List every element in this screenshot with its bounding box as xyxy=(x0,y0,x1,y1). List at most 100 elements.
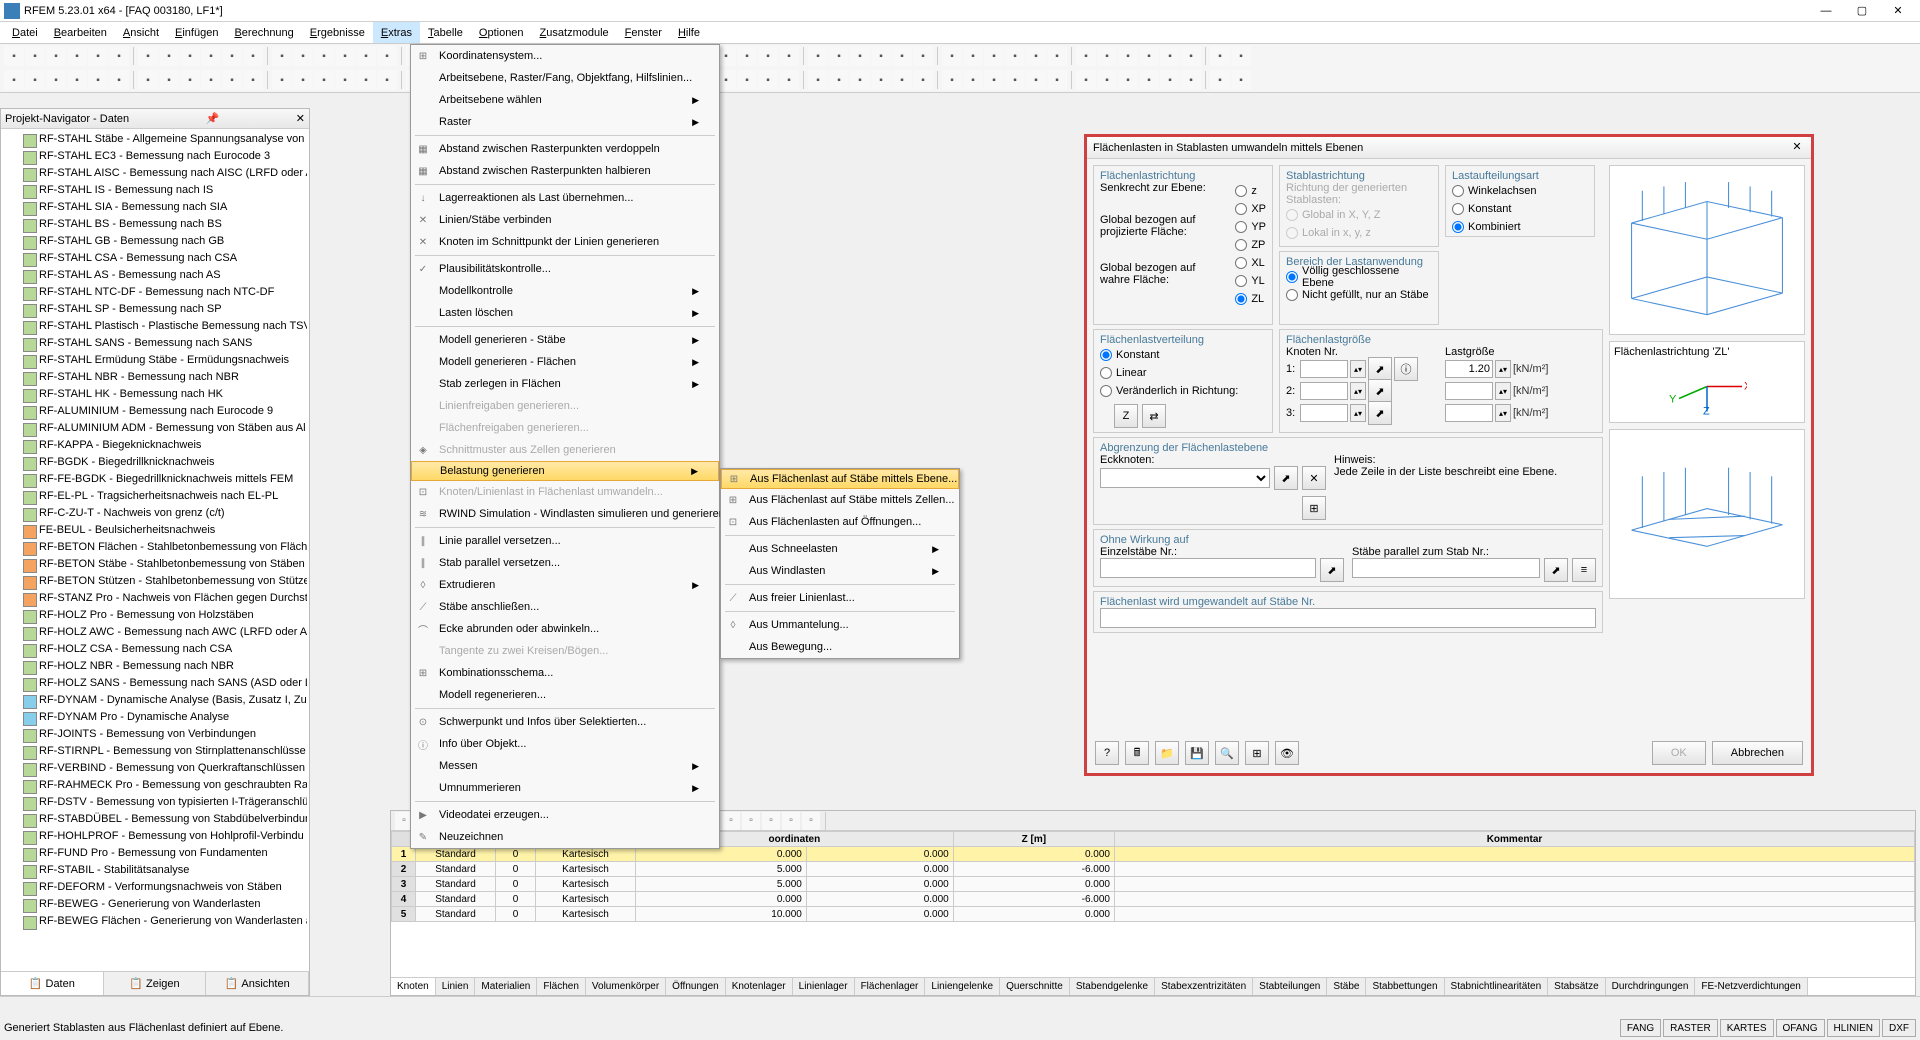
status-toggle-raster[interactable]: RASTER xyxy=(1663,1019,1718,1037)
toolbar-button[interactable]: ▪ xyxy=(46,46,66,66)
menu-item[interactable]: Stab zerlegen in Flächen▶ xyxy=(411,373,719,395)
menu-item[interactable]: ▶Videodatei erzeugen... xyxy=(411,804,719,826)
toolbar-button[interactable]: ▪ xyxy=(808,70,828,90)
toolbar-button[interactable]: ▪ xyxy=(829,46,849,66)
direction-z-button[interactable]: Z xyxy=(1114,404,1138,428)
toolbar-button[interactable]: ▪ xyxy=(201,70,221,90)
nav-item[interactable]: RF-STAHL IS - Bemessung nach IS xyxy=(3,182,307,199)
toolbar-button[interactable]: ▪ xyxy=(377,70,397,90)
toolbar-button[interactable]: ▪ xyxy=(808,46,828,66)
table-row[interactable]: 3Standard0Kartesisch5.0000.0000.000 xyxy=(392,877,1915,892)
table-tab[interactable]: Volumenkörper xyxy=(586,978,666,995)
toolbar-button[interactable]: ▪ xyxy=(984,70,1004,90)
pick-nodes-button[interactable]: ⬈ xyxy=(1274,466,1298,490)
toolbar-button[interactable]: ▪ xyxy=(913,46,933,66)
toolbar-button[interactable]: ▪ xyxy=(779,46,799,66)
menu-item[interactable]: Raster▶ xyxy=(411,111,719,133)
radio-z[interactable] xyxy=(1235,185,1247,197)
toolbar-button[interactable]: ▪ xyxy=(1181,46,1201,66)
menu-ansicht[interactable]: Ansicht xyxy=(115,22,167,43)
toolbar-button[interactable]: ▪ xyxy=(222,46,242,66)
menu-item[interactable]: Aus Bewegung... xyxy=(721,636,959,658)
toolbar-button[interactable]: ▪ xyxy=(1097,46,1117,66)
toolbar-button[interactable]: ▪ xyxy=(1160,46,1180,66)
table-tool[interactable]: ▫ xyxy=(722,812,740,830)
table-tool[interactable]: ▫ xyxy=(742,812,760,830)
toolbar-button[interactable]: ▪ xyxy=(892,70,912,90)
toolbar-button[interactable]: ▪ xyxy=(1047,46,1067,66)
toolbar-button[interactable]: ▪ xyxy=(913,70,933,90)
toolbar-button[interactable]: ▪ xyxy=(335,46,355,66)
nav-item[interactable]: RF-STIRNPL - Bemessung von Stirnplattena… xyxy=(3,743,307,760)
toolbar-button[interactable]: ▪ xyxy=(138,46,158,66)
nav-item[interactable]: RF-STABDÜBEL - Bemessung von Stabdübelve… xyxy=(3,811,307,828)
converted-members-input[interactable] xyxy=(1100,608,1596,628)
table-tab[interactable]: Stabnichtlinearitäten xyxy=(1445,978,1549,995)
table-tab[interactable]: Stäbe xyxy=(1327,978,1366,995)
menu-item[interactable]: Modell generieren - Flächen▶ xyxy=(411,351,719,373)
corner-nodes-select[interactable] xyxy=(1100,468,1270,488)
radio-ZP[interactable] xyxy=(1235,239,1247,251)
direction-swap-button[interactable]: ⇄ xyxy=(1142,404,1166,428)
menu-item[interactable]: Arbeitsebene wählen▶ xyxy=(411,89,719,111)
toolbar-button[interactable]: ▪ xyxy=(109,46,129,66)
menu-item[interactable]: ∥Stab parallel versetzen... xyxy=(411,552,719,574)
toolbar-button[interactable]: ▪ xyxy=(1231,70,1251,90)
menu-item[interactable]: ✎Neuzeichnen xyxy=(411,826,719,848)
nav-item[interactable]: RF-STAHL NTC-DF - Bemessung nach NTC-DF xyxy=(3,284,307,301)
menu-item[interactable]: Modell regenerieren... xyxy=(411,684,719,706)
table-tab[interactable]: Knotenlager xyxy=(726,978,793,995)
toolbar-button[interactable]: ▪ xyxy=(67,46,87,66)
multi-select-button[interactable]: ⊞ xyxy=(1302,496,1326,520)
menu-bearbeiten[interactable]: Bearbeiten xyxy=(46,22,115,43)
nav-item[interactable]: RF-HOLZ AWC - Bemessung nach AWC (LRFD o… xyxy=(3,624,307,641)
toolbar-button[interactable]: ▪ xyxy=(159,46,179,66)
cancel-button[interactable]: Abbrechen xyxy=(1712,741,1803,765)
toolbar-button[interactable]: ▪ xyxy=(88,46,108,66)
menu-item[interactable]: ⊞Aus Flächenlast auf Stäbe mittels Ebene… xyxy=(721,469,959,489)
toolbar-button[interactable]: ▪ xyxy=(46,70,66,90)
toolbar-button[interactable]: ▪ xyxy=(1118,46,1138,66)
toolbar-button[interactable]: ▪ xyxy=(1210,46,1230,66)
ok-button[interactable]: OK xyxy=(1652,741,1706,765)
toolbar-button[interactable]: ▪ xyxy=(109,70,129,90)
menu-item[interactable]: ✕Linien/Stäbe verbinden xyxy=(411,209,719,231)
toolbar-button[interactable]: ▪ xyxy=(222,70,242,90)
navigator-close-icon[interactable]: ✕ xyxy=(296,112,305,125)
toolbar-button[interactable]: ▪ xyxy=(138,70,158,90)
radio-combined[interactable] xyxy=(1452,221,1464,233)
zoom-button[interactable]: 🔍 xyxy=(1215,741,1239,765)
parallel-opts-button[interactable]: ≡ xyxy=(1572,558,1596,582)
menu-tabelle[interactable]: Tabelle xyxy=(420,22,471,43)
menu-item[interactable]: ✕Knoten im Schnittpunkt der Linien gener… xyxy=(411,231,719,253)
pick-node-2[interactable]: ⬈ xyxy=(1368,379,1392,403)
save-button[interactable]: 💾 xyxy=(1185,741,1209,765)
node-info[interactable]: ⓘ xyxy=(1394,357,1418,381)
toolbar-button[interactable]: ▪ xyxy=(25,46,45,66)
nav-item[interactable]: RF-DYNAM Pro - Dynamische Analyse xyxy=(3,709,307,726)
menu-einfügen[interactable]: Einfügen xyxy=(167,22,226,43)
pick-node-1[interactable]: ⬈ xyxy=(1368,357,1392,381)
help-button[interactable]: ? xyxy=(1095,741,1119,765)
toolbar-button[interactable]: ▪ xyxy=(272,46,292,66)
toolbar-button[interactable]: ▪ xyxy=(1076,46,1096,66)
nav-item[interactable]: RF-STAHL HK - Bemessung nach HK xyxy=(3,386,307,403)
nav-item[interactable]: RF-STAHL CSA - Bemessung nach CSA xyxy=(3,250,307,267)
nav-item[interactable]: RF-STAHL GB - Bemessung nach GB xyxy=(3,233,307,250)
toolbar-button[interactable]: ▪ xyxy=(1047,70,1067,90)
toolbar-button[interactable]: ▪ xyxy=(243,46,263,66)
nav-item[interactable]: RF-STAHL Plastisch - Plastische Bemessun… xyxy=(3,318,307,335)
folder-button[interactable]: 📁 xyxy=(1155,741,1179,765)
toolbar-button[interactable]: ▪ xyxy=(758,70,778,90)
toolbar-button[interactable]: ▪ xyxy=(1181,70,1201,90)
status-toggle-fang[interactable]: FANG xyxy=(1620,1019,1661,1037)
toolbar-button[interactable]: ▪ xyxy=(1231,46,1251,66)
menu-item[interactable]: ▦Abstand zwischen Rasterpunkten verdoppe… xyxy=(411,138,719,160)
nav-item[interactable]: RF-KAPPA - Biegeknicknachweis xyxy=(3,437,307,454)
toolbar-button[interactable]: ▪ xyxy=(1139,70,1159,90)
toolbar-button[interactable]: ▪ xyxy=(779,70,799,90)
nav-item[interactable]: RF-STAHL BS - Bemessung nach BS xyxy=(3,216,307,233)
menu-item[interactable]: Aus Schneelasten▶ xyxy=(721,538,959,560)
menu-item[interactable]: ⊙Schwerpunkt und Infos über Selektierten… xyxy=(411,711,719,733)
toolbar-button[interactable]: ▪ xyxy=(758,46,778,66)
